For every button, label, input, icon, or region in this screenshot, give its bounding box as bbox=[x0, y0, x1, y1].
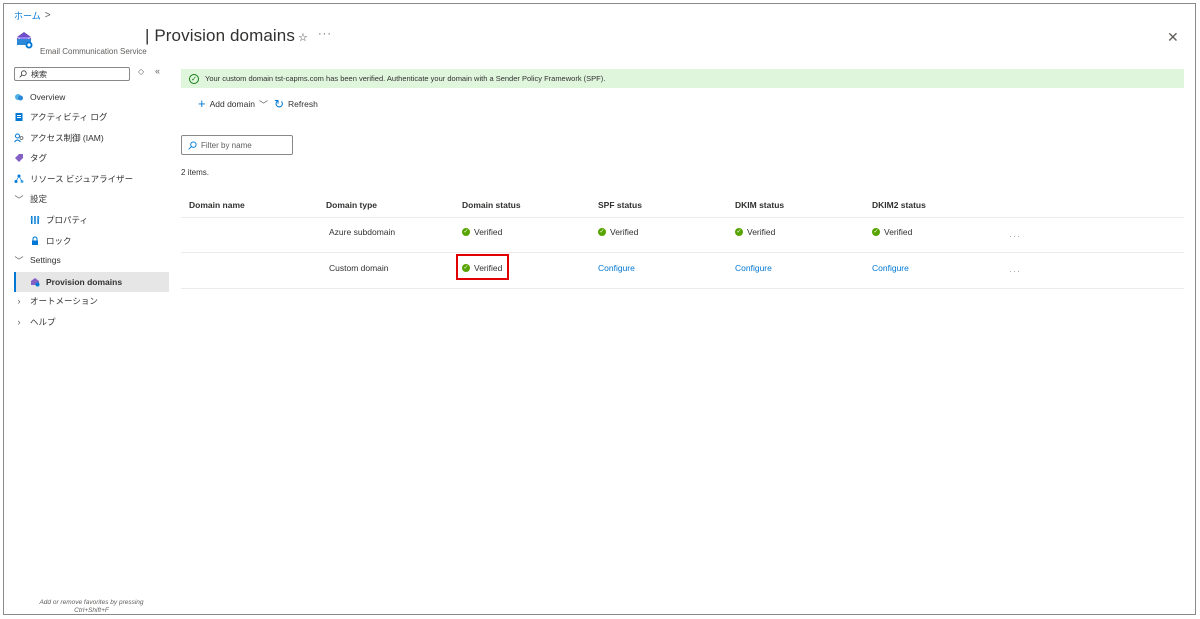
search-placeholder: 検索 bbox=[31, 69, 47, 79]
sidebar-item-label: アクセス制御 (IAM) bbox=[30, 133, 104, 143]
search-icon bbox=[188, 140, 197, 150]
visualizer-icon bbox=[14, 174, 24, 184]
sidebar-item-label: Settings bbox=[30, 255, 61, 265]
configure-spf-link[interactable]: Configure bbox=[598, 263, 635, 273]
verified-check-icon: ✓ bbox=[872, 228, 880, 236]
sidebar-group-help[interactable]: › ヘルプ bbox=[14, 313, 56, 331]
refresh-label: Refresh bbox=[288, 99, 318, 109]
column-header-dkim-status[interactable]: DKIM status bbox=[735, 200, 784, 210]
sidebar-item-activity-log[interactable]: アクティビティ ログ bbox=[14, 108, 107, 126]
sidebar-item-label: リソース ビジュアライザー bbox=[30, 174, 134, 184]
cell-domain-status: ✓ Verified bbox=[462, 227, 502, 237]
item-count: 2 items. bbox=[181, 168, 210, 177]
configure-dkim2-link[interactable]: Configure bbox=[872, 263, 909, 273]
tag-icon bbox=[14, 153, 24, 163]
verified-check-icon: ✓ bbox=[735, 228, 743, 236]
more-options-icon[interactable]: ··· bbox=[318, 28, 332, 40]
row-divider bbox=[181, 252, 1184, 253]
cloud-icon bbox=[14, 92, 24, 102]
domain-icon bbox=[30, 277, 40, 287]
filter-placeholder: Filter by name bbox=[201, 140, 252, 150]
command-bar: + Add domain ﹀ ↻ Refresh bbox=[198, 97, 318, 111]
page-title: | Provision domains bbox=[145, 26, 295, 45]
sidebar-item-tags[interactable]: タグ bbox=[14, 149, 47, 167]
sidebar-item-provision-domains[interactable]: Provision domains bbox=[30, 273, 122, 291]
chevron-right-icon: › bbox=[17, 296, 21, 306]
collapse-sidebar-icon[interactable]: « bbox=[155, 66, 160, 76]
settings-small-icon[interactable]: ◇ bbox=[138, 67, 144, 76]
sidebar-item-label: Overview bbox=[30, 92, 66, 102]
add-domain-label: Add domain bbox=[209, 99, 255, 109]
cell-spf-status: ✓ Verified bbox=[598, 227, 638, 237]
status-text: Verified bbox=[610, 227, 639, 237]
cell-domain-type: Custom domain bbox=[329, 263, 389, 273]
breadcrumb-separator: > bbox=[44, 10, 51, 21]
properties-icon bbox=[30, 215, 40, 225]
sidebar-search-input[interactable]: 検索 bbox=[14, 67, 130, 81]
sidebar-group-settings-jp[interactable]: ﹀ 設定 bbox=[14, 190, 47, 208]
sidebar-item-label: アクティビティ ログ bbox=[30, 112, 108, 122]
sidebar-item-resource-visualizer[interactable]: リソース ビジュアライザー bbox=[14, 170, 133, 188]
column-header-domain-name[interactable]: Domain name bbox=[189, 200, 245, 210]
header-divider bbox=[181, 217, 1184, 218]
sidebar-item-label: Provision domains bbox=[46, 277, 123, 287]
lock-icon bbox=[30, 236, 40, 246]
row-more-actions-button[interactable]: ··· bbox=[1009, 266, 1021, 276]
chevron-down-icon: ﹀ bbox=[258, 99, 268, 110]
sidebar-item-label: プロパティ bbox=[46, 215, 88, 225]
page-subtitle: Email Communication Service bbox=[40, 47, 147, 56]
status-text: Verified bbox=[747, 227, 776, 237]
cell-domain-type: Azure subdomain bbox=[329, 227, 396, 237]
sidebar-item-label: ヘルプ bbox=[30, 317, 56, 327]
portal-frame bbox=[3, 3, 1196, 615]
breadcrumb-home-link[interactable]: ホーム bbox=[14, 9, 41, 22]
sidebar-item-properties[interactable]: プロパティ bbox=[30, 211, 88, 229]
favorites-hint-line1: Add or remove favorites by pressing bbox=[39, 599, 144, 606]
star-icon[interactable]: ☆ bbox=[298, 31, 308, 44]
row-more-actions-button[interactable]: ··· bbox=[1009, 231, 1021, 241]
chevron-right-icon: › bbox=[17, 317, 21, 327]
chevron-down-icon: ﹀ bbox=[14, 194, 24, 205]
cell-dkim2-status: ✓ Verified bbox=[872, 227, 912, 237]
verified-check-icon: ✓ bbox=[462, 228, 470, 236]
sidebar-item-locks[interactable]: ロック bbox=[30, 232, 72, 250]
highlight-box bbox=[456, 254, 509, 280]
sidebar-group-settings[interactable]: ﹀ Settings bbox=[14, 251, 61, 269]
chevron-down-icon: ﹀ bbox=[14, 255, 24, 266]
sidebar-item-label: タグ bbox=[30, 153, 48, 163]
check-circle-icon: ✓ bbox=[189, 73, 199, 84]
log-icon bbox=[14, 112, 24, 122]
filter-by-name-input[interactable]: Filter by name bbox=[181, 135, 293, 155]
status-text: Verified bbox=[474, 227, 503, 237]
column-header-dkim2-status[interactable]: DKIM2 status bbox=[872, 200, 926, 210]
close-icon[interactable]: ✕ bbox=[1167, 29, 1179, 46]
refresh-button[interactable]: ↻ Refresh bbox=[274, 97, 318, 111]
row-divider bbox=[181, 288, 1184, 289]
column-header-domain-status[interactable]: Domain status bbox=[462, 200, 521, 210]
sidebar-group-automation[interactable]: › オートメーション bbox=[14, 292, 98, 310]
column-header-spf-status[interactable]: SPF status bbox=[598, 200, 642, 210]
add-domain-button[interactable]: + Add domain ﹀ bbox=[198, 96, 268, 111]
column-header-domain-type[interactable]: Domain type bbox=[326, 200, 377, 210]
refresh-icon: ↻ bbox=[273, 97, 285, 111]
people-icon bbox=[14, 133, 24, 143]
sidebar-item-overview[interactable]: Overview bbox=[14, 88, 65, 106]
sidebar-item-iam[interactable]: アクセス制御 (IAM) bbox=[14, 129, 104, 147]
status-text: Verified bbox=[884, 227, 913, 237]
sidebar-item-label: ロック bbox=[46, 236, 72, 246]
configure-dkim-link[interactable]: Configure bbox=[735, 263, 772, 273]
sidebar-item-label: 設定 bbox=[30, 194, 48, 204]
verified-check-icon: ✓ bbox=[598, 228, 606, 236]
favorites-hint: Add or remove favorites by pressing Ctrl… bbox=[14, 599, 169, 615]
banner-text: Your custom domain tst-capms.com has bee… bbox=[205, 74, 606, 83]
cell-dkim-status: ✓ Verified bbox=[735, 227, 775, 237]
success-banner: ✓ Your custom domain tst-capms.com has b… bbox=[181, 69, 1184, 88]
email-communication-service-icon bbox=[16, 32, 33, 49]
favorites-hint-line2: Ctrl+Shift+F bbox=[74, 607, 109, 614]
search-icon bbox=[19, 70, 27, 78]
breadcrumb: ホーム > bbox=[14, 9, 51, 22]
plus-icon: + bbox=[198, 96, 206, 111]
sidebar-item-label: オートメーション bbox=[30, 296, 98, 306]
